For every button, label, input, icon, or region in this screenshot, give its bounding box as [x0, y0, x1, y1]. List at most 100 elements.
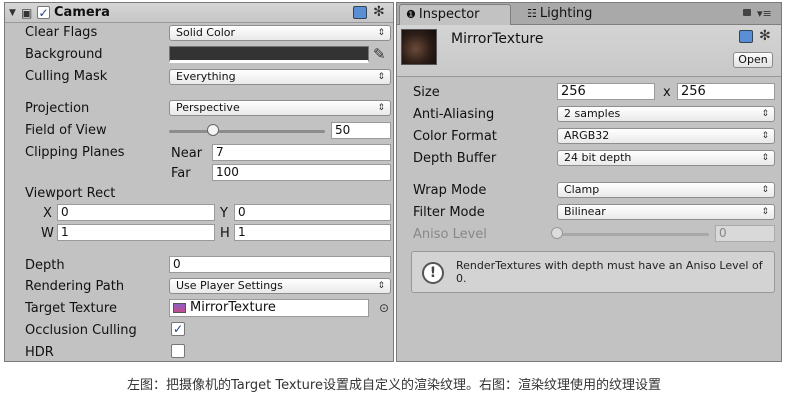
wrap-mode-value: Clamp [564, 183, 600, 196]
help-book-icon[interactable] [739, 30, 753, 43]
hdr-label: HDR [25, 345, 54, 360]
projection-label: Projection [25, 101, 90, 116]
dropdown-arrow-icon: ⇕ [761, 153, 769, 163]
clear-flags-label: Clear Flags [25, 25, 98, 40]
viewport-x-input[interactable]: 0 [57, 204, 215, 221]
culling-mask-value: Everything [176, 70, 236, 83]
camera-component-panel: ▼ ▣ ✓ Camera ✻ Clear Flags Solid Color ⇕… [4, 2, 394, 362]
open-button[interactable]: Open [733, 52, 773, 68]
tab-lighting-label: Lighting [539, 6, 593, 21]
eyedropper-icon[interactable]: ✎ [373, 46, 386, 63]
aniso-level-input[interactable]: 0 [715, 225, 775, 242]
fov-input[interactable]: 50 [331, 122, 391, 139]
hdr-checkbox[interactable] [171, 344, 185, 358]
projection-value: Perspective [176, 101, 240, 114]
viewport-y-input[interactable]: 0 [234, 204, 391, 221]
viewport-y-label: Y [220, 206, 228, 221]
gear-icon[interactable]: ✻ [759, 29, 771, 43]
depth-buffer-label: Depth Buffer [413, 151, 497, 166]
dropdown-arrow-icon: ⇕ [761, 109, 769, 119]
wrap-mode-dropdown[interactable]: Clamp ⇕ [557, 182, 775, 198]
viewport-h-input[interactable]: 1 [234, 224, 391, 241]
target-texture-value: MirrorTexture [190, 300, 276, 315]
viewport-w-label: W [41, 226, 54, 241]
dropdown-arrow-icon: ⇕ [761, 131, 769, 141]
help-book-icon[interactable] [353, 6, 367, 19]
viewport-x-label: X [43, 206, 52, 221]
clear-flags-value: Solid Color [176, 26, 236, 39]
fov-slider-track[interactable] [169, 130, 325, 133]
color-format-dropdown[interactable]: ARGB32 ⇕ [557, 128, 775, 144]
size-height-input[interactable]: 256 [677, 83, 775, 100]
target-texture-field[interactable]: MirrorTexture [169, 299, 369, 317]
occlusion-culling-label: Occlusion Culling [25, 323, 137, 338]
texture-preview-thumbnail [401, 29, 437, 65]
filter-mode-value: Bilinear [564, 205, 606, 218]
anti-aliasing-value: 2 samples [564, 107, 621, 120]
clear-flags-dropdown[interactable]: Solid Color ⇕ [169, 25, 391, 41]
rendering-path-label: Rendering Path [25, 279, 125, 294]
aniso-level-label: Aniso Level [413, 227, 487, 242]
filter-mode-dropdown[interactable]: Bilinear ⇕ [557, 204, 775, 220]
near-label: Near [171, 146, 203, 161]
warning-help-box: ! RenderTextures with depth must have an… [411, 251, 775, 293]
camera-header: ▼ ▣ ✓ Camera ✻ [5, 3, 393, 23]
lighting-icon: ☷ [527, 7, 537, 20]
dropdown-arrow-icon: ⇕ [377, 281, 385, 291]
clipping-planes-label: Clipping Planes [25, 145, 125, 160]
rendering-path-dropdown[interactable]: Use Player Settings ⇕ [169, 278, 391, 294]
depth-label: Depth [25, 258, 65, 273]
depth-buffer-value: 24 bit depth [564, 151, 632, 164]
size-x-separator: x [663, 85, 671, 100]
tab-inspector-label: Inspector [418, 7, 480, 22]
aniso-slider-thumb[interactable] [551, 227, 563, 239]
tab-lighting[interactable]: ☷ Lighting [521, 4, 631, 25]
dropdown-arrow-icon: ⇕ [377, 28, 385, 38]
far-input[interactable]: 100 [212, 164, 391, 181]
tab-bar: ❶ Inspector ☷ Lighting ▾≡ [397, 3, 781, 25]
anti-aliasing-label: Anti-Aliasing [413, 107, 495, 122]
camera-enabled-checkbox[interactable]: ✓ [37, 6, 50, 19]
inspector-panel: ❶ Inspector ☷ Lighting ▾≡ MirrorTexture ✻ … [396, 2, 782, 362]
depth-input[interactable]: 0 [169, 256, 391, 273]
warning-icon: ! [422, 262, 444, 284]
background-color-swatch[interactable] [169, 46, 369, 63]
culling-mask-dropdown[interactable]: Everything ⇕ [169, 69, 391, 85]
info-icon: ❶ [406, 8, 416, 21]
background-label: Background [25, 47, 103, 62]
dropdown-arrow-icon: ⇕ [377, 103, 385, 113]
lock-icon[interactable] [743, 9, 751, 16]
size-width-input[interactable]: 256 [557, 83, 655, 100]
fov-slider-thumb[interactable] [206, 124, 219, 136]
projection-dropdown[interactable]: Perspective ⇕ [169, 100, 391, 116]
component-title: Camera [54, 5, 110, 20]
aniso-slider-track[interactable] [557, 233, 709, 236]
panel-menu-icon[interactable]: ▾≡ [757, 7, 772, 21]
occlusion-culling-checkbox[interactable]: ✓ [171, 322, 185, 336]
texture-name: MirrorTexture [451, 31, 544, 47]
viewport-w-input[interactable]: 1 [57, 224, 215, 241]
object-picker-icon[interactable]: ⊙ [379, 301, 389, 315]
color-format-label: Color Format [413, 129, 497, 144]
anti-aliasing-dropdown[interactable]: 2 samples ⇕ [557, 106, 775, 122]
depth-buffer-dropdown[interactable]: 24 bit depth ⇕ [557, 150, 775, 166]
viewport-rect-label: Viewport Rect [25, 186, 116, 201]
near-input[interactable]: 7 [212, 144, 391, 161]
tab-inspector[interactable]: ❶ Inspector [399, 4, 511, 25]
foldout-arrow-icon[interactable]: ▼ [9, 6, 16, 20]
dropdown-arrow-icon: ⇕ [761, 207, 769, 217]
filter-mode-label: Filter Mode [413, 205, 485, 220]
size-label: Size [413, 85, 440, 100]
render-texture-icon [173, 303, 186, 313]
texture-header: MirrorTexture ✻ Open [397, 25, 781, 77]
warning-message: RenderTextures with depth must have an A… [456, 259, 763, 285]
color-format-value: ARGB32 [564, 129, 610, 142]
dropdown-arrow-icon: ⇕ [377, 72, 385, 82]
viewport-h-label: H [220, 226, 230, 241]
culling-mask-label: Culling Mask [25, 69, 108, 84]
figure-caption: 左图：把摄像机的Target Texture设置成自定义的渲染纹理。右图：渲染纹… [127, 378, 661, 393]
far-label: Far [171, 166, 191, 181]
gear-icon[interactable]: ✻ [373, 5, 385, 19]
target-texture-label: Target Texture [25, 301, 117, 316]
wrap-mode-label: Wrap Mode [413, 183, 487, 198]
